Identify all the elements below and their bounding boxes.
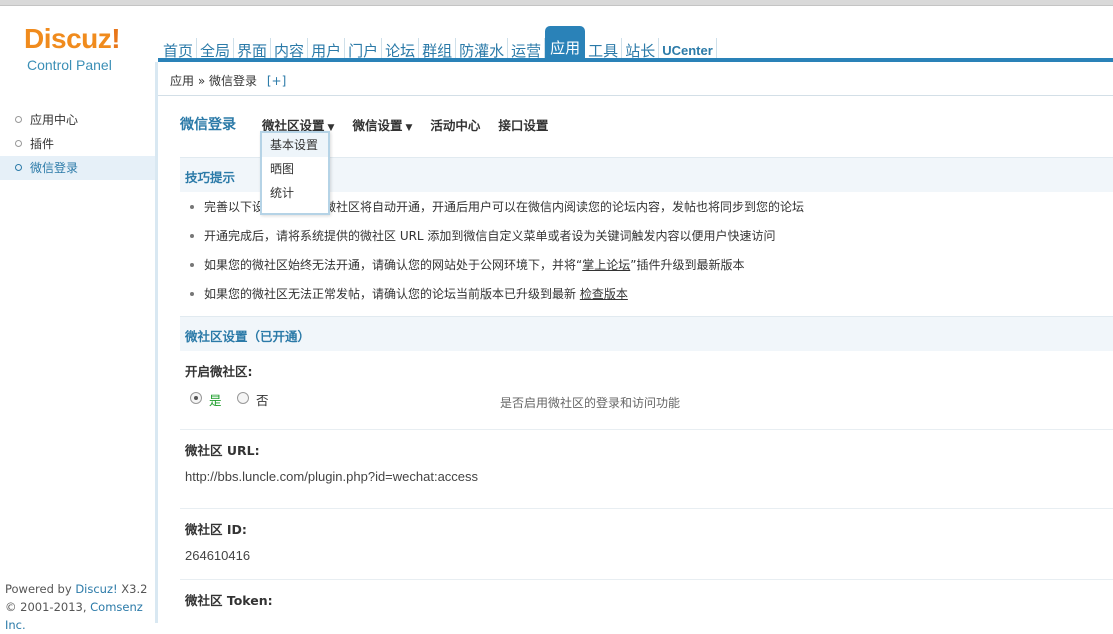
breadcrumb: 应用 » 微信登录 [+] [158, 62, 1113, 96]
id-label: 微社区 ID: [185, 522, 247, 537]
tab-wechat-settings[interactable]: 微信设置 ▼ [352, 115, 412, 134]
logo-brand: Discuz [24, 23, 112, 54]
menu-item-basic-settings[interactable]: 基本设置 [262, 133, 328, 157]
tab-activity-center[interactable]: 活动中心 [430, 115, 480, 134]
tip-text: 如果您的微社区始终无法开通，请确认您的网站处于公网环境下，并将“ [204, 258, 583, 272]
token-label: 微社区 Token: [185, 593, 273, 608]
sub-nav: 微信登录 微社区设置 ▼ 微信设置 ▼ 活动中心 接口设置 [180, 114, 566, 134]
discuz-logo[interactable]: Discuz! [24, 23, 121, 55]
settings-title: 微社区设置（已开通） [185, 329, 311, 344]
divider [180, 579, 1113, 580]
tips-title: 技巧提示 [185, 170, 236, 185]
logo-bang: ! [111, 23, 121, 54]
menu-item-photo-share[interactable]: 晒图 [262, 157, 328, 181]
tip-item: 开通完成后，请将系统提供的微社区 URL 添加到微信自定义菜单或者设为关键词触发… [180, 222, 1113, 251]
dropdown-arrow-icon: ▼ [405, 122, 413, 133]
url-value: http://bbs.luncle.com/plugin.php?id=wech… [185, 469, 479, 484]
sidebar-item-app-center[interactable]: 应用中心 [0, 108, 155, 132]
tab-api-settings[interactable]: 接口设置 [498, 115, 548, 134]
breadcrumb-separator: » [197, 74, 206, 88]
discuz-link[interactable]: Discuz! [75, 582, 117, 596]
powered-by: Powered by Discuz! X3.2 © 2001-2013, Com… [5, 580, 165, 634]
tip-text: 如果您的微社区无法正常发帖，请确认您的论坛当前版本已升级到最新 [204, 287, 580, 301]
enable-no-radio[interactable] [237, 392, 249, 404]
enable-no-label[interactable]: 否 [256, 390, 269, 409]
sidebar-item-plugins[interactable]: 插件 [0, 132, 155, 156]
id-value: 264610416 [185, 548, 251, 563]
tip-text: 开通完成后，请将系统提供的微社区 URL 添加到微信自定义菜单或者设为关键词触发… [204, 229, 776, 243]
settings-header: 微社区设置（已开通） [180, 316, 1113, 351]
powered-version: X3.2 [117, 582, 148, 596]
enable-hint: 是否启用微社区的登录和访问功能 [500, 396, 681, 410]
enable-yes-radio[interactable] [190, 392, 202, 404]
tab-label: 微信设置 [352, 117, 403, 133]
url-label: 微社区 URL: [185, 443, 260, 458]
tip-item: 如果您的微社区无法正常发帖，请确认您的论坛当前版本已升级到最新 检查版本 [180, 280, 1113, 309]
breadcrumb-parent[interactable]: 应用 [170, 74, 194, 88]
community-settings-menu: 基本设置 晒图 统计 [260, 131, 330, 215]
mobile-forum-link[interactable]: 掌上论坛 [582, 258, 630, 272]
enable-yes-label[interactable]: 是 [209, 390, 222, 409]
powered-prefix: Powered by [5, 582, 76, 596]
breadcrumb-current: 微信登录 [209, 74, 258, 88]
divider [180, 508, 1113, 509]
sidebar-item-wechat-login[interactable]: 微信登录 [0, 156, 155, 180]
header: Discuz! Control Panel 首页 全局 界面 内容 用户 门户 … [0, 6, 1113, 73]
copyright-prefix: © 2001-2013, [5, 600, 91, 614]
divider [180, 429, 1113, 430]
logo-subtitle: Control Panel [27, 57, 112, 73]
tip-text: ”插件升级到最新版本 [630, 258, 745, 272]
page-title: 微信登录 [180, 117, 236, 133]
menu-item-statistics[interactable]: 统计 [262, 181, 328, 205]
tip-item: 如果您的微社区始终无法开通，请确认您的网站处于公网环境下，并将“掌上论坛”插件升… [180, 251, 1113, 280]
enable-label: 开启微社区: [185, 364, 253, 379]
sidebar: 应用中心 插件 微信登录 [0, 95, 158, 623]
add-shortcut-button[interactable]: [+] [267, 74, 286, 88]
check-version-link[interactable]: 检查版本 [580, 287, 628, 301]
